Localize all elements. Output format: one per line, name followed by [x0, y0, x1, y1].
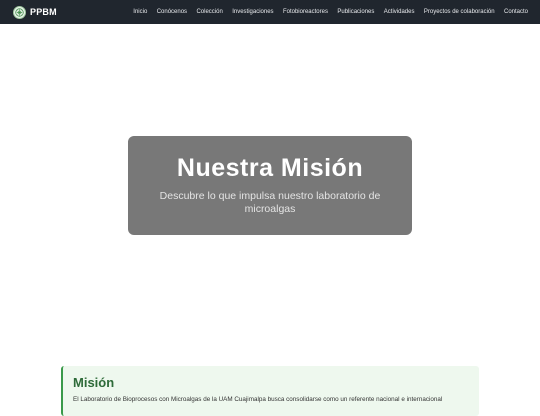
nav-link-fotobioreactores[interactable]: Fotobioreactores: [283, 9, 328, 15]
nav-link-investigaciones[interactable]: Investigaciones: [232, 9, 273, 15]
mission-title: Misión: [73, 375, 115, 390]
hero-overlay-box: Nuestra Misión Descubre lo que impulsa n…: [128, 136, 412, 235]
brand-name: PPBM: [30, 7, 57, 17]
nav-link-publicaciones[interactable]: Publicaciones: [337, 9, 374, 15]
nav-link-actividades[interactable]: Actividades: [384, 9, 415, 15]
nav-link-contacto[interactable]: Contacto: [504, 9, 528, 15]
mission-text: El Laboratorio de Bioprocesos con Microa…: [73, 396, 443, 403]
top-navbar: PPBM Inicio Conócenos Colección Investig…: [0, 0, 540, 24]
mission-card: Misión El Laboratorio de Bioprocesos con…: [61, 366, 479, 416]
brand-link[interactable]: PPBM: [13, 5, 57, 19]
nav-links: Inicio Conócenos Colección Investigacion…: [133, 9, 528, 15]
hero-title: Nuestra Misión: [176, 154, 364, 182]
hero-subtitle: Descubre lo que impulsa nuestro laborato…: [159, 190, 381, 215]
nav-link-proyectos[interactable]: Proyectos de colaboración: [424, 9, 495, 15]
nav-link-inicio[interactable]: Inicio: [133, 9, 147, 15]
nav-link-conocenos[interactable]: Conócenos: [157, 9, 187, 15]
leaf-logo-icon: [13, 5, 26, 19]
hero-section: Nuestra Misión Descubre lo que impulsa n…: [0, 24, 540, 364]
nav-link-coleccion[interactable]: Colección: [196, 9, 222, 15]
